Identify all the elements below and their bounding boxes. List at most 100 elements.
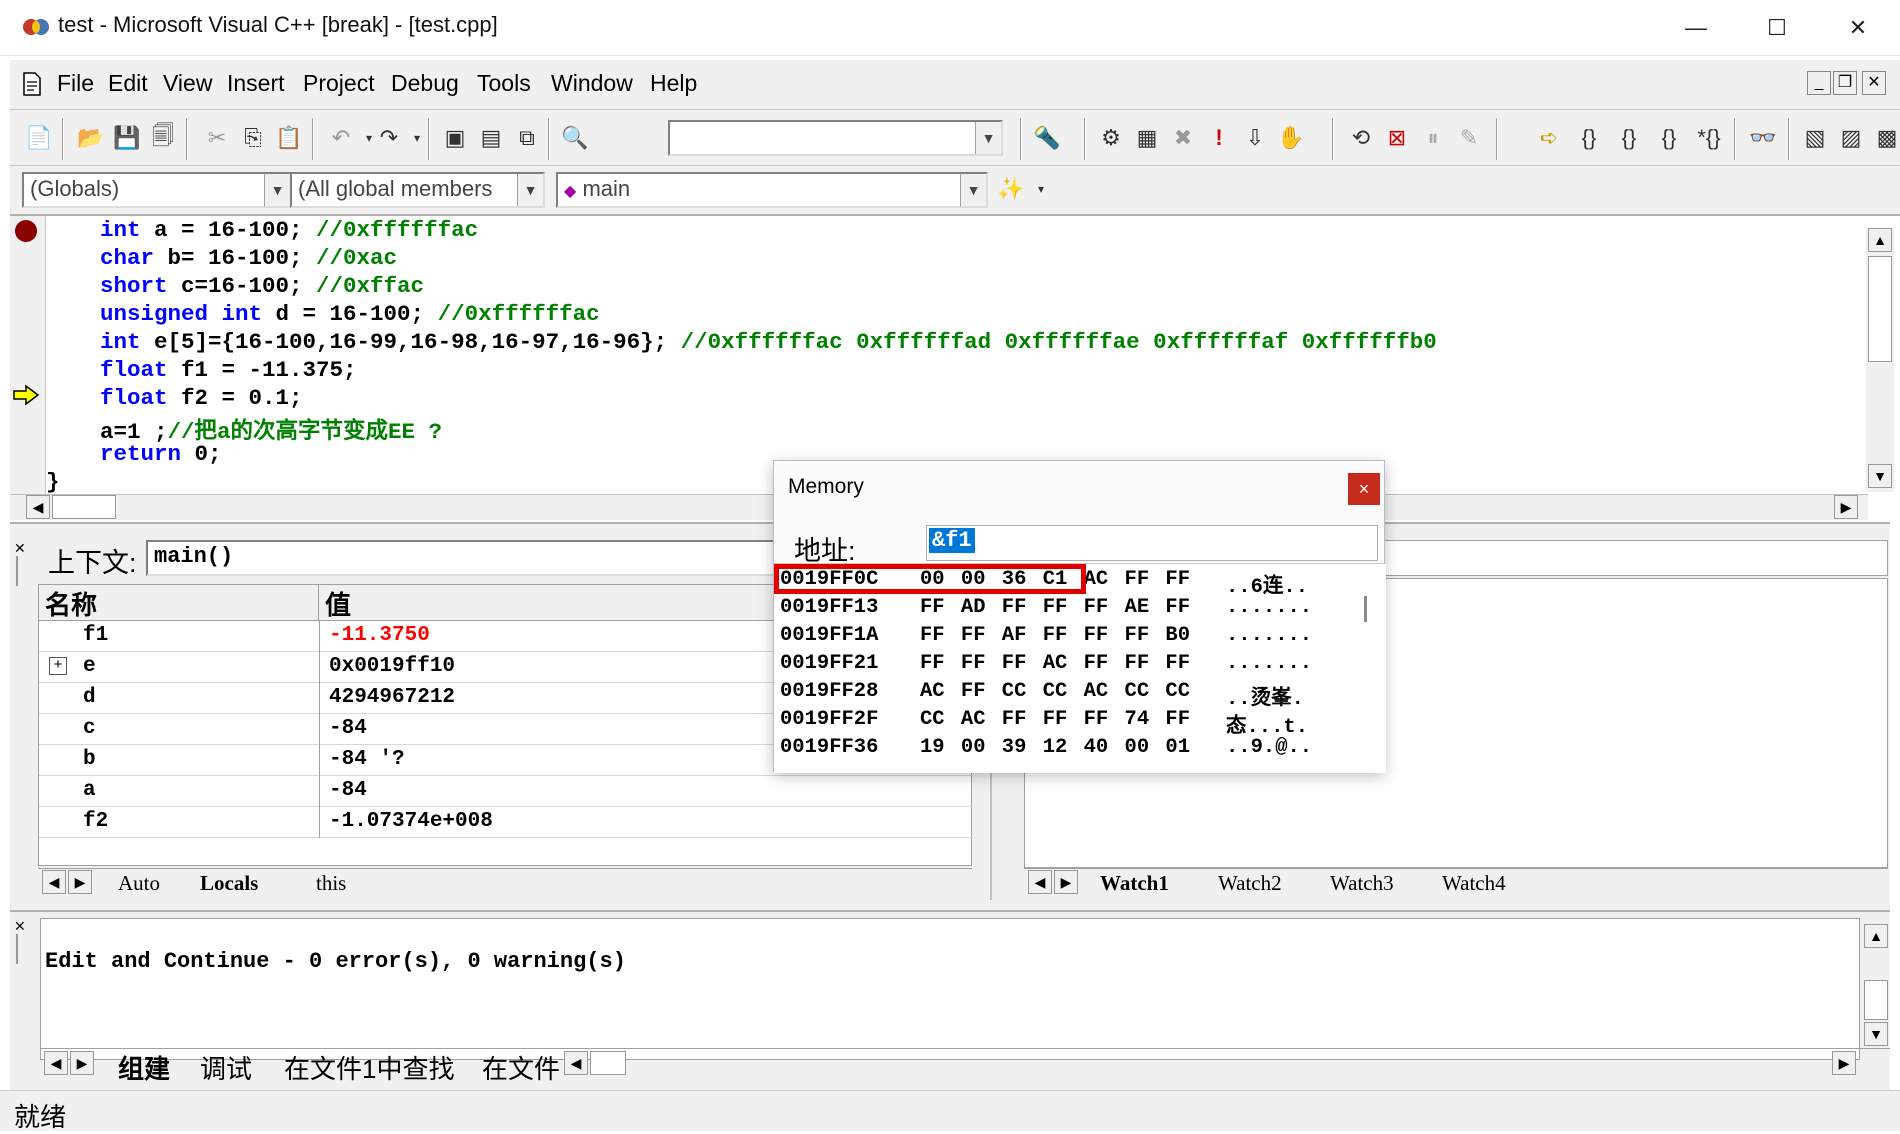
quickwatch-icon[interactable]: 👓 bbox=[1748, 123, 1778, 153]
go-icon[interactable]: ⇩ bbox=[1240, 123, 1270, 153]
step-over-icon[interactable]: {} bbox=[1614, 123, 1644, 153]
memory-scroll-thumb[interactable] bbox=[1364, 596, 1367, 622]
tab-auto[interactable]: Auto bbox=[118, 871, 160, 896]
memory-close-button[interactable]: × bbox=[1348, 473, 1380, 505]
panel-grip[interactable] bbox=[16, 556, 24, 586]
variable-row[interactable]: a -84 bbox=[39, 776, 973, 807]
stop-debugging-icon[interactable]: ⊠ bbox=[1382, 123, 1412, 153]
tab-find-in-files-1[interactable]: 在文件1中查找 bbox=[284, 1049, 454, 1086]
tab-this[interactable]: this bbox=[316, 871, 346, 896]
panel-grip[interactable] bbox=[16, 934, 24, 964]
find-in-files-icon[interactable]: 🔍 bbox=[560, 123, 590, 153]
menu-file[interactable]: File bbox=[57, 70, 94, 97]
scroll-thumb[interactable] bbox=[1864, 980, 1888, 1020]
member-combo[interactable]: ◆ main ▼ bbox=[556, 172, 988, 208]
output-window[interactable]: Edit and Continue - 0 error(s), 0 warnin… bbox=[40, 918, 1860, 1060]
breakpoint-hand-icon[interactable]: ✋ bbox=[1276, 123, 1306, 153]
maximize-button[interactable]: ☐ bbox=[1737, 0, 1817, 56]
tab-watch3[interactable]: Watch3 bbox=[1330, 871, 1394, 896]
column-header-name[interactable]: 名称 bbox=[39, 585, 319, 621]
tab-scroll-left-icon[interactable]: ◀ bbox=[42, 870, 66, 894]
menu-view[interactable]: View bbox=[163, 70, 212, 97]
tab-scroll-right-icon[interactable]: ▶ bbox=[1054, 870, 1078, 894]
chevron-down-icon[interactable]: ▼ bbox=[960, 174, 986, 206]
save-all-icon[interactable]: 🗐 bbox=[148, 123, 178, 153]
scroll-right-icon[interactable]: ▶ bbox=[1832, 1051, 1856, 1075]
stop-build-icon[interactable]: ✖ bbox=[1168, 123, 1198, 153]
menu-project[interactable]: Project bbox=[303, 70, 375, 97]
scroll-up-icon[interactable]: ▲ bbox=[1868, 228, 1892, 252]
memory-dump[interactable]: 0019FF0C 00 00 36 C1 AC FF FF ..6连.. 0019FF… bbox=[774, 563, 1386, 773]
memory-address-input[interactable]: &f1 bbox=[926, 525, 1378, 561]
scroll-down-icon[interactable]: ▼ bbox=[1864, 1022, 1888, 1046]
wizard-dropdown-icon[interactable]: ▾ bbox=[1026, 174, 1056, 204]
chevron-down-icon[interactable]: ▼ bbox=[517, 174, 543, 206]
output-vertical-scrollbar[interactable]: ▲ ▼ bbox=[1862, 924, 1890, 1046]
mdi-close-button[interactable]: ✕ bbox=[1862, 71, 1886, 95]
cut-icon[interactable]: ✂ bbox=[202, 123, 232, 153]
scroll-thumb[interactable] bbox=[52, 495, 116, 519]
variables-window-icon[interactable]: ▨ bbox=[1836, 123, 1866, 153]
chevron-down-icon[interactable]: ▼ bbox=[264, 174, 290, 206]
paste-icon[interactable]: 📋 bbox=[274, 123, 304, 153]
step-out-icon[interactable]: {} bbox=[1654, 123, 1684, 153]
workspace-icon[interactable]: ▣ bbox=[440, 123, 470, 153]
watch-window-icon[interactable]: ▧ bbox=[1800, 123, 1830, 153]
scroll-left-icon[interactable]: ◀ bbox=[564, 1051, 588, 1075]
scroll-thumb[interactable] bbox=[590, 1051, 626, 1075]
copy-icon[interactable]: ⎘ bbox=[238, 123, 268, 153]
menu-window[interactable]: Window bbox=[551, 70, 633, 97]
wizard-wand-icon[interactable]: ✨ bbox=[996, 174, 1026, 204]
variable-value[interactable]: -1.07374e+008 bbox=[329, 810, 493, 833]
new-text-file-icon[interactable]: 📄 bbox=[24, 123, 54, 153]
expand-plus-icon[interactable]: + bbox=[49, 657, 67, 675]
tab-watch1[interactable]: Watch1 bbox=[1100, 871, 1169, 896]
mdi-minimize-button[interactable]: _ bbox=[1807, 71, 1831, 95]
chevron-down-icon[interactable]: ▼ bbox=[975, 122, 1001, 154]
scroll-right-icon[interactable]: ▶ bbox=[1834, 495, 1858, 519]
tab-find-in-files-2[interactable]: 在文件 bbox=[482, 1049, 560, 1086]
show-next-statement-icon[interactable]: ➪ bbox=[1534, 123, 1564, 153]
variable-value[interactable]: 0x0019ff10 bbox=[329, 655, 455, 678]
tab-scroll-right-icon[interactable]: ▶ bbox=[70, 1051, 94, 1075]
registers-window-icon[interactable]: ▩ bbox=[1872, 123, 1900, 153]
variable-value[interactable]: -84 bbox=[329, 779, 367, 802]
find-icon[interactable]: 🔦 bbox=[1032, 123, 1062, 153]
menu-tools[interactable]: Tools bbox=[477, 70, 531, 97]
tab-scroll-right-icon[interactable]: ▶ bbox=[68, 870, 92, 894]
scroll-thumb[interactable] bbox=[1868, 256, 1892, 362]
menu-edit[interactable]: Edit bbox=[108, 70, 148, 97]
output-window-icon[interactable]: ▤ bbox=[476, 123, 506, 153]
variable-value[interactable]: -11.3750 bbox=[329, 624, 430, 647]
apply-code-changes-icon[interactable]: ✎ bbox=[1454, 123, 1484, 153]
variable-value[interactable]: -84 bbox=[329, 717, 367, 740]
tab-debug[interactable]: 调试 bbox=[200, 1049, 252, 1086]
find-combo[interactable]: ▼ bbox=[668, 120, 1003, 156]
panel-close-icon[interactable]: ✕ bbox=[14, 918, 26, 935]
compile-icon[interactable]: ⚙ bbox=[1096, 123, 1126, 153]
restart-icon[interactable]: ⟲ bbox=[1346, 123, 1376, 153]
tab-scroll-left-icon[interactable]: ◀ bbox=[44, 1051, 68, 1075]
scroll-left-icon[interactable]: ◀ bbox=[26, 495, 50, 519]
scroll-up-icon[interactable]: ▲ bbox=[1864, 924, 1888, 948]
editor-vertical-scrollbar[interactable]: ▲ ▼ bbox=[1866, 228, 1894, 492]
window-list-icon[interactable]: ⧉ bbox=[512, 123, 542, 153]
variable-value[interactable]: 4294967212 bbox=[329, 686, 455, 709]
save-icon[interactable]: 💾 bbox=[112, 123, 142, 153]
redo-icon[interactable]: ↷ bbox=[374, 123, 404, 153]
breakpoint-icon[interactable] bbox=[15, 220, 37, 242]
menu-help[interactable]: Help bbox=[650, 70, 697, 97]
build-icon[interactable]: ▦ bbox=[1132, 123, 1162, 153]
minimize-button[interactable]: — bbox=[1656, 0, 1736, 56]
variable-value[interactable]: -84 '? bbox=[329, 748, 405, 771]
scroll-down-icon[interactable]: ▼ bbox=[1868, 464, 1892, 488]
tab-locals[interactable]: Locals bbox=[200, 871, 258, 896]
close-button[interactable]: ✕ bbox=[1818, 0, 1898, 56]
tab-watch2[interactable]: Watch2 bbox=[1218, 871, 1282, 896]
open-folder-icon[interactable]: 📂 bbox=[76, 123, 106, 153]
tab-build[interactable]: 组建 bbox=[118, 1049, 170, 1086]
class-combo[interactable]: (Globals) ▼ bbox=[22, 172, 292, 208]
menu-debug[interactable]: Debug bbox=[391, 70, 459, 97]
mdi-restore-button[interactable]: ❐ bbox=[1833, 71, 1857, 95]
tab-watch4[interactable]: Watch4 bbox=[1442, 871, 1506, 896]
